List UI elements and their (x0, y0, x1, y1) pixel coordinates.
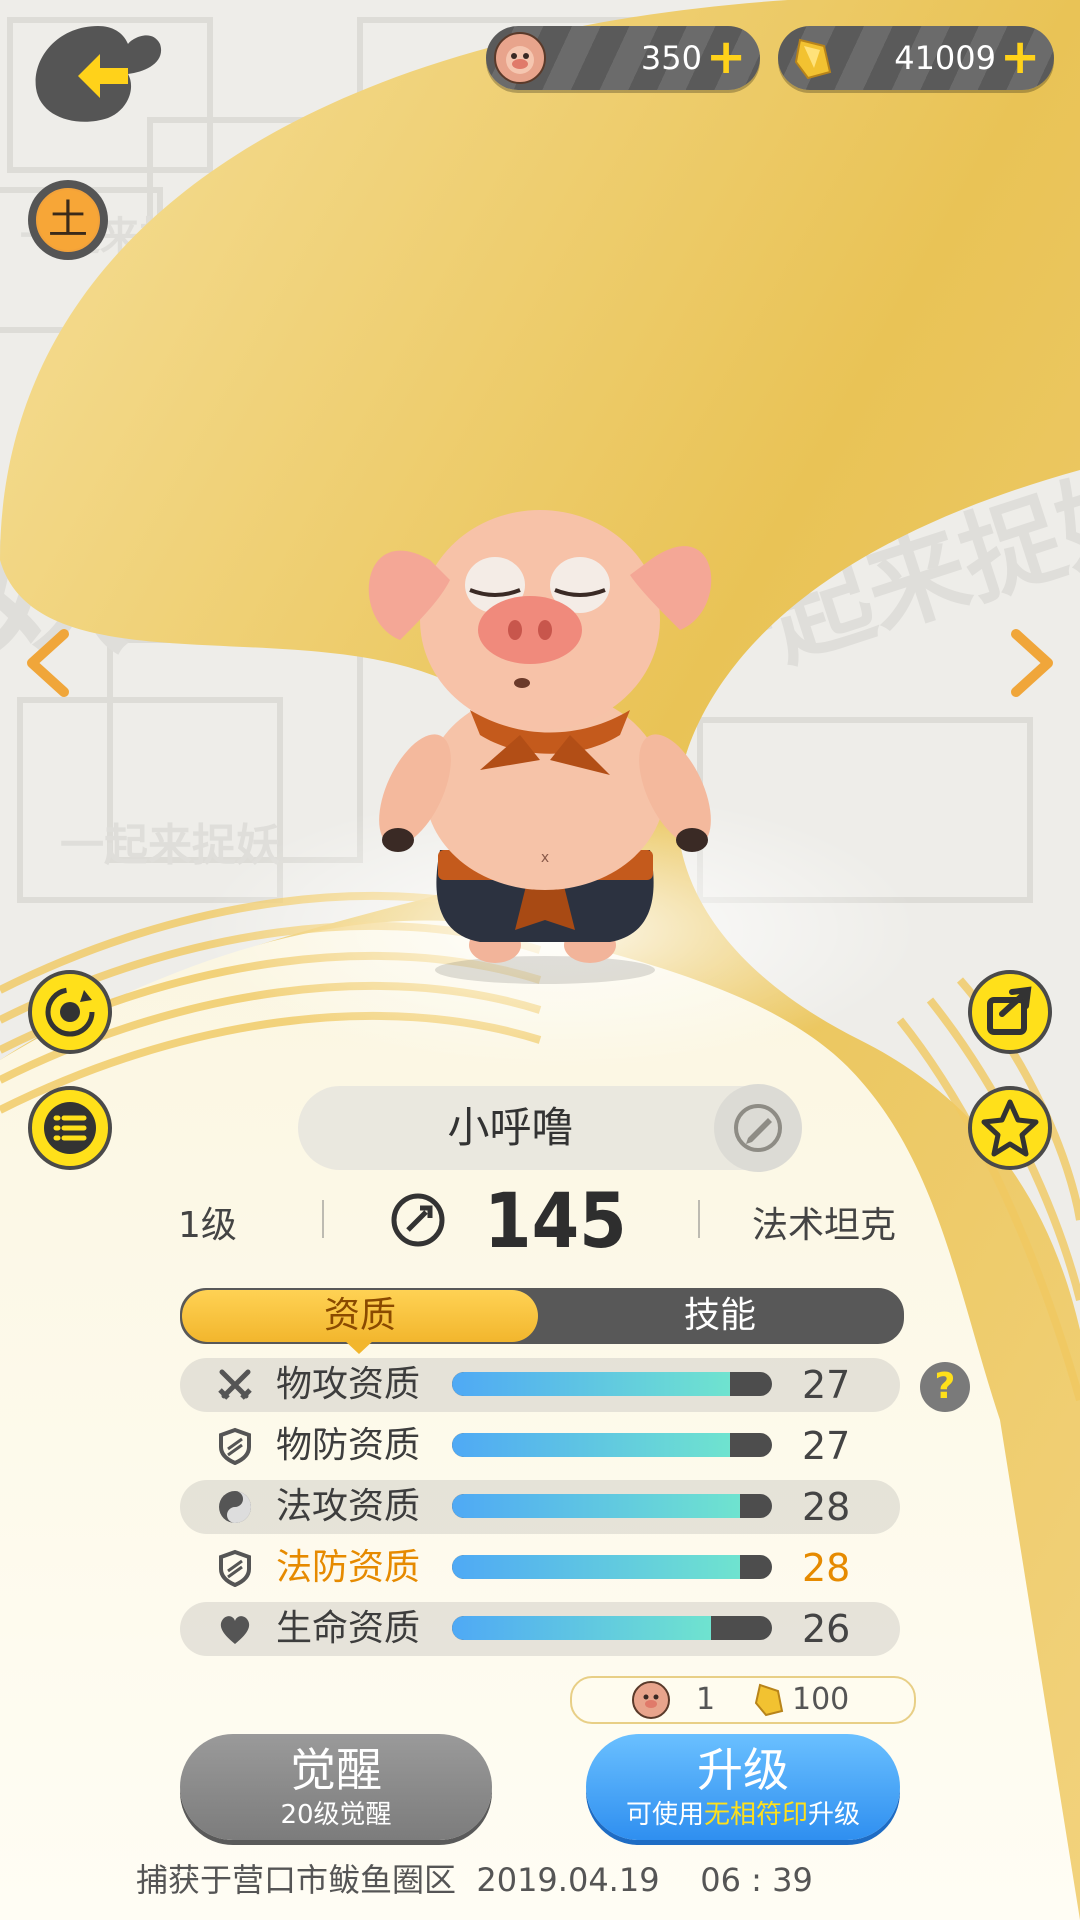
divider (322, 1200, 324, 1238)
pig-coin-counter: 350 + (486, 26, 760, 90)
attribute-row: 生命资质 26 (180, 1602, 900, 1656)
star-icon (981, 1099, 1039, 1157)
pet-power: 145 (484, 1176, 627, 1265)
awaken-button[interactable]: 觉醒 20级觉醒 (180, 1734, 492, 1840)
attribute-bar-fill (452, 1494, 740, 1518)
list-icon (44, 1102, 96, 1154)
capture-info: 捕获于营口市鲅鱼圈区 2019.04.19 06 : 39 (136, 1861, 813, 1899)
pet-name-bar: 小呼噜 (298, 1084, 802, 1172)
earth-element-icon: 土 (36, 188, 100, 252)
attribute-bar (452, 1616, 772, 1640)
shield-icon (219, 1549, 251, 1587)
edit-icon (734, 1104, 782, 1152)
share-icon (987, 986, 1032, 1035)
pig-coin-icon (494, 32, 546, 84)
attribute-label: 法防资质 (276, 1547, 421, 1588)
heart-icon (220, 1616, 250, 1644)
attribute-value: 28 (802, 1485, 851, 1529)
yin-yang-icon (219, 1491, 251, 1523)
attribute-row: 法攻资质 28 (180, 1480, 900, 1534)
tab-aptitude[interactable]: 资质 (182, 1290, 538, 1342)
element-char: 土 (48, 197, 88, 243)
attribute-value: 27 (802, 1424, 851, 1468)
pet-role: 法术坦克 (752, 1205, 897, 1246)
list-button[interactable] (28, 1086, 112, 1170)
upgrade-button[interactable]: 升级 可使用无相符印升级 (586, 1734, 900, 1840)
pet-name: 小呼噜 (447, 1103, 574, 1152)
attribute-bar-fill (452, 1372, 731, 1396)
back-arrow-icon (35, 26, 162, 122)
awaken-label: 觉醒 (290, 1743, 382, 1797)
pig-coin-icon (632, 1681, 670, 1719)
attribute-bar (452, 1372, 772, 1396)
shield-icon (219, 1427, 251, 1465)
favorite-button[interactable] (968, 1086, 1052, 1170)
attribute-label: 物攻资质 (276, 1364, 421, 1405)
crystal-value: 41009 (894, 39, 996, 77)
upgrade-sub-highlight: 无相符印 (703, 1800, 808, 1830)
attribute-bar (452, 1433, 772, 1457)
chevron-left-icon (27, 629, 69, 697)
upgrade-sub: 可使用无相符印升级 (586, 1800, 900, 1830)
chevron-right-icon (1011, 629, 1053, 697)
attribute-label: 法攻资质 (276, 1486, 421, 1527)
crossed-swords-icon (218, 1369, 252, 1400)
crystal-icon (794, 38, 832, 80)
attribute-row: 物防资质 27 (180, 1419, 900, 1473)
tab-bar: 资质 技能 (180, 1288, 904, 1344)
attribute-bar-fill (452, 1616, 712, 1640)
upgrade-sub-prefix: 可使用 (625, 1800, 704, 1830)
add-crystal-button[interactable]: + (1000, 33, 1040, 82)
prev-pet-button[interactable] (20, 628, 80, 698)
rename-button[interactable] (714, 1084, 802, 1172)
upgrade-label: 升级 (697, 1743, 789, 1797)
upgrade-sub-suffix: 升级 (808, 1800, 861, 1830)
attribute-label: 物防资质 (276, 1425, 421, 1466)
cost-pig-coin: 1 (696, 1682, 716, 1717)
divider (698, 1200, 700, 1238)
help-icon: ? (934, 1366, 956, 1407)
next-pet-button[interactable] (1000, 628, 1060, 698)
share-button[interactable] (968, 970, 1052, 1054)
tab-skills[interactable]: 技能 (538, 1290, 902, 1342)
crystal-icon (754, 1683, 784, 1717)
attribute-bar-fill (452, 1433, 731, 1457)
upgrade-cost: 1 100 (570, 1676, 916, 1724)
rotate-icon (45, 987, 95, 1037)
awaken-sub: 20级觉醒 (280, 1800, 392, 1830)
attribute-label: 生命资质 (276, 1608, 421, 1649)
tab-pointer (344, 1340, 374, 1354)
attribute-bar-fill (452, 1555, 740, 1579)
attribute-row: 物攻资质 27 (180, 1358, 900, 1412)
cost-crystal: 100 (792, 1682, 850, 1717)
rotate-button[interactable] (28, 970, 112, 1054)
attribute-row: 法防资质 28 (180, 1541, 900, 1595)
add-pig-coin-button[interactable]: + (706, 33, 746, 82)
attribute-bar (452, 1555, 772, 1579)
crystal-counter: 41009 + (778, 26, 1054, 90)
element-badge[interactable]: 土 (28, 180, 108, 260)
attribute-value: 26 (802, 1607, 851, 1651)
attribute-value: 27 (802, 1363, 851, 1407)
power-icon (391, 1193, 445, 1247)
attribute-bar (452, 1494, 772, 1518)
svg-text:x: x (541, 850, 549, 866)
pig-coin-value: 350 (640, 39, 702, 77)
pet-level: 1级 (178, 1205, 237, 1246)
back-button[interactable] (28, 18, 168, 128)
attribute-value: 28 (802, 1546, 851, 1590)
help-button[interactable]: ? (920, 1362, 970, 1412)
